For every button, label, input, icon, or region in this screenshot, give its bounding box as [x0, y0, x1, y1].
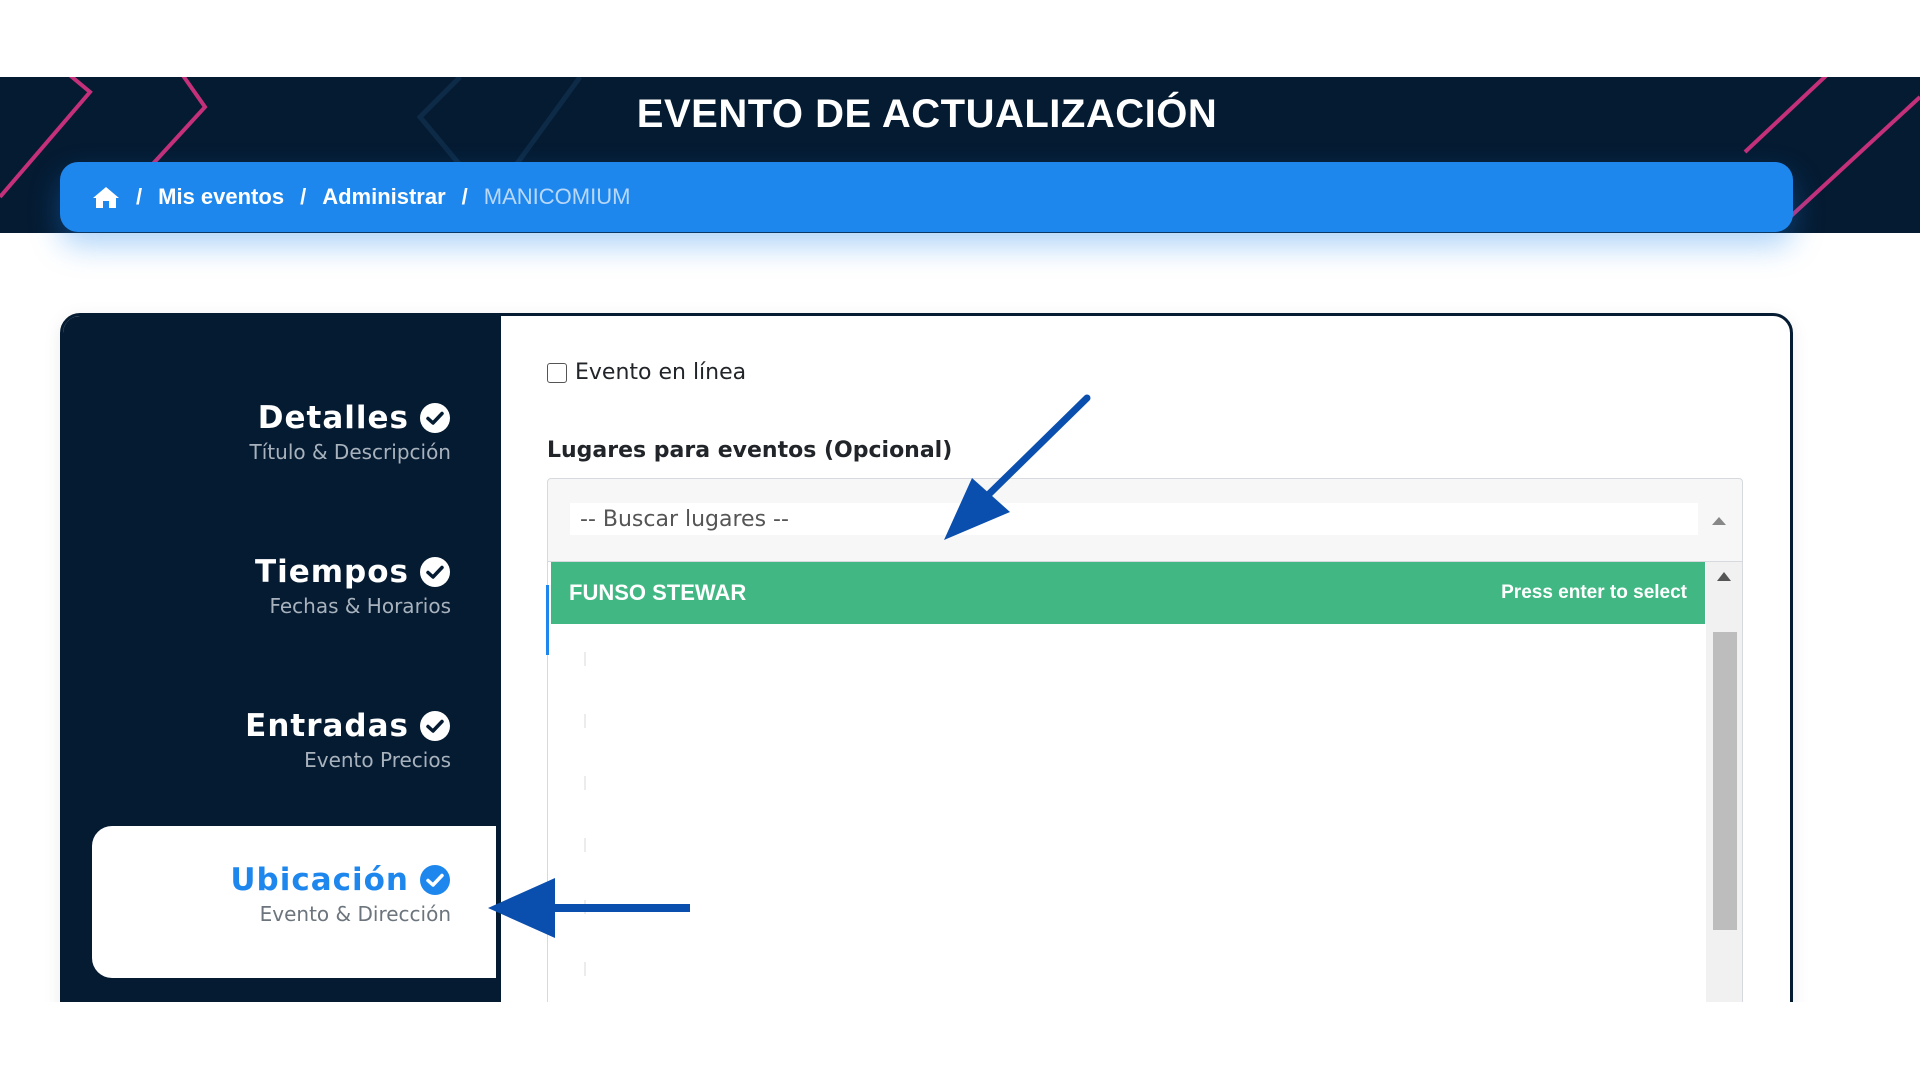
check-circle-icon — [420, 711, 450, 741]
venues-select[interactable] — [547, 478, 1743, 562]
scrollbar-thumb[interactable] — [1713, 632, 1737, 930]
screen: EVENTO DE ACTUALIZACIÓN / Mis eventos / … — [0, 0, 1920, 1080]
step-tickets[interactable]: Entradas Evento Precios — [245, 708, 451, 772]
venues-label: Lugares para eventos (Opcional) — [547, 438, 953, 463]
location-form: Evento en línea Lugares para eventos (Op… — [501, 316, 1790, 1080]
home-icon[interactable] — [92, 185, 120, 209]
step-tickets-subtitle: Evento Precios — [304, 748, 451, 772]
chevron-up-icon[interactable] — [1712, 517, 1726, 525]
list-item[interactable] — [584, 776, 586, 790]
select-hint: Press enter to select — [1501, 582, 1687, 603]
step-times-subtitle: Fechas & Horarios — [269, 594, 451, 618]
step-times[interactable]: Tiempos Fechas & Horarios — [255, 554, 451, 618]
focus-indicator — [546, 585, 549, 655]
step-tickets-title: Entradas — [245, 708, 409, 744]
step-details-subtitle: Título & Descripción — [249, 440, 451, 464]
step-location-title: Ubicación — [230, 862, 409, 898]
breadcrumb-current-event: MANICOMIUM — [483, 184, 631, 209]
check-circle-icon — [420, 865, 450, 895]
breadcrumb-separator: / — [461, 184, 468, 209]
breadcrumb-separator: / — [300, 184, 307, 209]
breadcrumb-my-events[interactable]: Mis eventos — [158, 184, 284, 210]
page-title: EVENTO DE ACTUALIZACIÓN — [636, 92, 1218, 136]
list-item[interactable] — [584, 652, 586, 666]
venues-search-input[interactable] — [570, 503, 1698, 535]
crop-margin — [0, 1002, 1920, 1080]
step-times-title: Tiempos — [254, 554, 409, 590]
venue-option-name: FUNSO STEWAR — [569, 580, 747, 605]
list-item[interactable] — [584, 962, 586, 976]
breadcrumb-manage[interactable]: Administrar — [322, 184, 445, 210]
scroll-up-icon[interactable] — [1717, 572, 1731, 581]
list-item[interactable] — [584, 714, 586, 728]
event-editor-card: Detalles Título & Descripción Tiempos Fe… — [60, 313, 1793, 1080]
check-circle-icon — [420, 403, 450, 433]
step-details[interactable]: Detalles Título & Descripción — [250, 400, 451, 464]
check-circle-icon — [420, 557, 450, 587]
list-item[interactable] — [584, 900, 586, 914]
step-location[interactable]: Ubicación Evento & Dirección — [230, 862, 451, 926]
venue-option-highlighted[interactable]: FUNSO STEWAR Press enter to select — [551, 562, 1705, 624]
breadcrumb: / Mis eventos / Administrar / MANICOMIUM — [60, 162, 1793, 232]
step-details-title: Detalles — [257, 400, 409, 436]
online-event-option[interactable]: Evento en línea — [547, 360, 746, 385]
online-event-checkbox[interactable] — [547, 362, 567, 383]
online-event-label: Evento en línea — [575, 360, 747, 385]
steps-sidebar: Detalles Título & Descripción Tiempos Fe… — [63, 316, 501, 1080]
step-location-subtitle: Evento & Dirección — [259, 902, 451, 926]
list-item[interactable] — [584, 838, 586, 852]
breadcrumb-separator: / — [136, 184, 143, 209]
